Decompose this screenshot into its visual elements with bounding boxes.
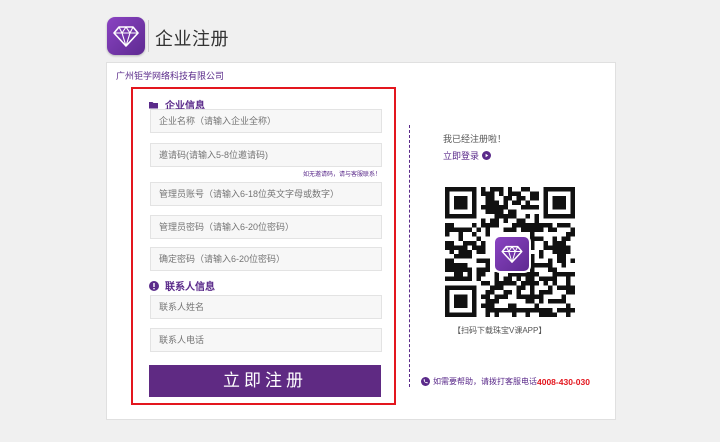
help-text: 如需要帮助，请拨打客服电话 xyxy=(433,377,537,386)
register-button[interactable]: 立即注册 xyxy=(149,365,381,397)
invite-code-input[interactable] xyxy=(150,143,382,167)
section-title-contact-label: 联系人信息 xyxy=(165,282,215,293)
login-link[interactable]: 立即登录 xyxy=(443,149,492,162)
confirm-password-input[interactable] xyxy=(150,247,382,271)
registration-card: 广州钜学网络科技有限公司 企业信息 如无邀请码，请与客服联系！ xyxy=(106,62,616,420)
app-logo xyxy=(107,17,145,55)
play-circle-icon xyxy=(482,151,492,160)
invite-code-hint[interactable]: 如无邀请码，请与客服联系！ xyxy=(303,169,381,178)
already-registered-text: 我已经注册啦！ xyxy=(443,134,507,144)
folder-icon xyxy=(149,101,159,109)
header-divider xyxy=(148,20,149,52)
help-line: 如需要帮助，请拨打客服电话 4008-430-030 xyxy=(421,376,590,387)
diamond-icon xyxy=(501,245,523,263)
company-name-input[interactable] xyxy=(150,109,382,133)
help-phone-number[interactable]: 4008-430-030 xyxy=(537,377,590,387)
login-link-label: 立即登录 xyxy=(443,151,480,161)
page-title: 企业注册 xyxy=(155,29,229,49)
qr-caption: 【扫码下载珠宝V课APP】 xyxy=(453,326,547,335)
admin-password-input[interactable] xyxy=(150,215,382,239)
registration-form: 企业信息 如无邀请码，请与客服联系！ 联系人信息 立即注册 xyxy=(131,87,396,405)
exclamation-circle-icon xyxy=(149,280,159,291)
diamond-icon xyxy=(113,26,139,47)
vertical-divider xyxy=(409,125,410,387)
contact-name-input[interactable] xyxy=(150,295,382,319)
contact-phone-input[interactable] xyxy=(150,328,382,352)
qr-app-logo xyxy=(493,235,531,273)
phone-circle-icon xyxy=(421,377,430,386)
company-name: 广州钜学网络科技有限公司 xyxy=(116,71,225,81)
admin-account-input[interactable] xyxy=(150,182,382,206)
section-title-contact: 联系人信息 xyxy=(149,278,215,293)
